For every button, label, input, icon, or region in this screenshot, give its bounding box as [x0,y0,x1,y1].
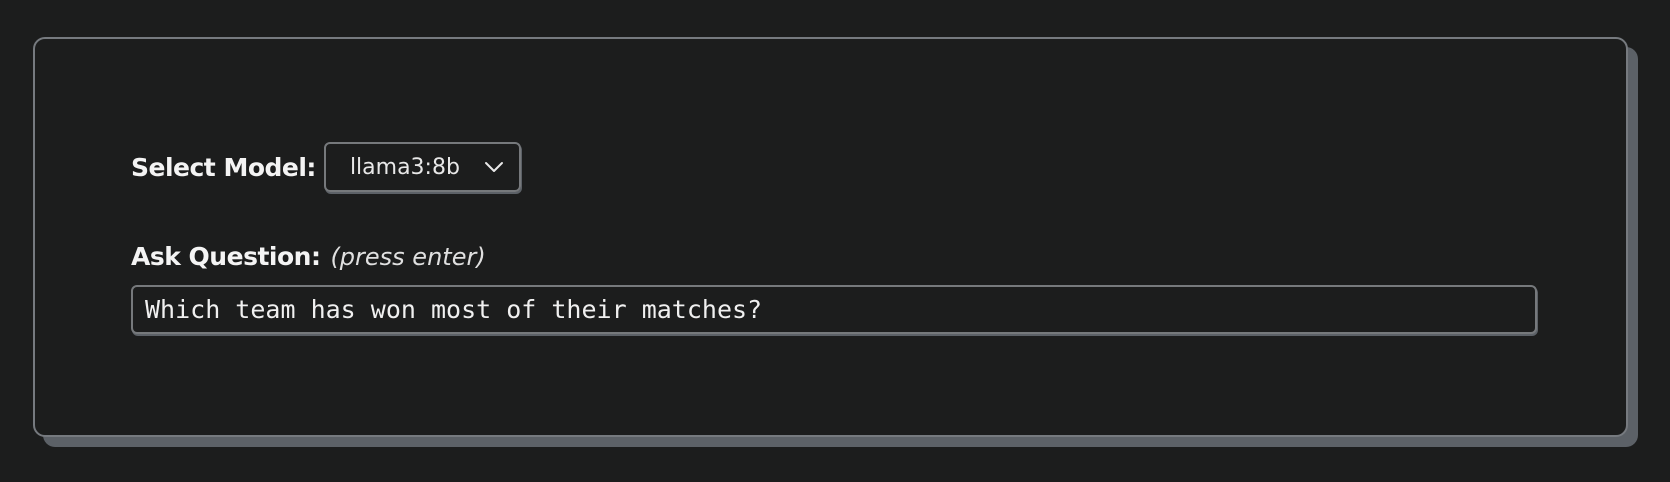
model-select-value: llama3:8b [349,154,460,180]
model-selector-row: Select Model: llama3:8b [131,142,521,192]
question-label-row: Ask Question: (press enter) [131,242,486,271]
ask-question-label: Ask Question: [131,242,321,271]
press-enter-hint: (press enter) [330,243,486,271]
model-select[interactable]: llama3:8b [323,142,521,192]
chevron-down-icon [483,156,505,178]
question-input[interactable] [131,285,1537,334]
query-card: Select Model: llama3:8b Ask Question: (p… [33,37,1628,437]
select-model-label: Select Model: [131,152,316,182]
